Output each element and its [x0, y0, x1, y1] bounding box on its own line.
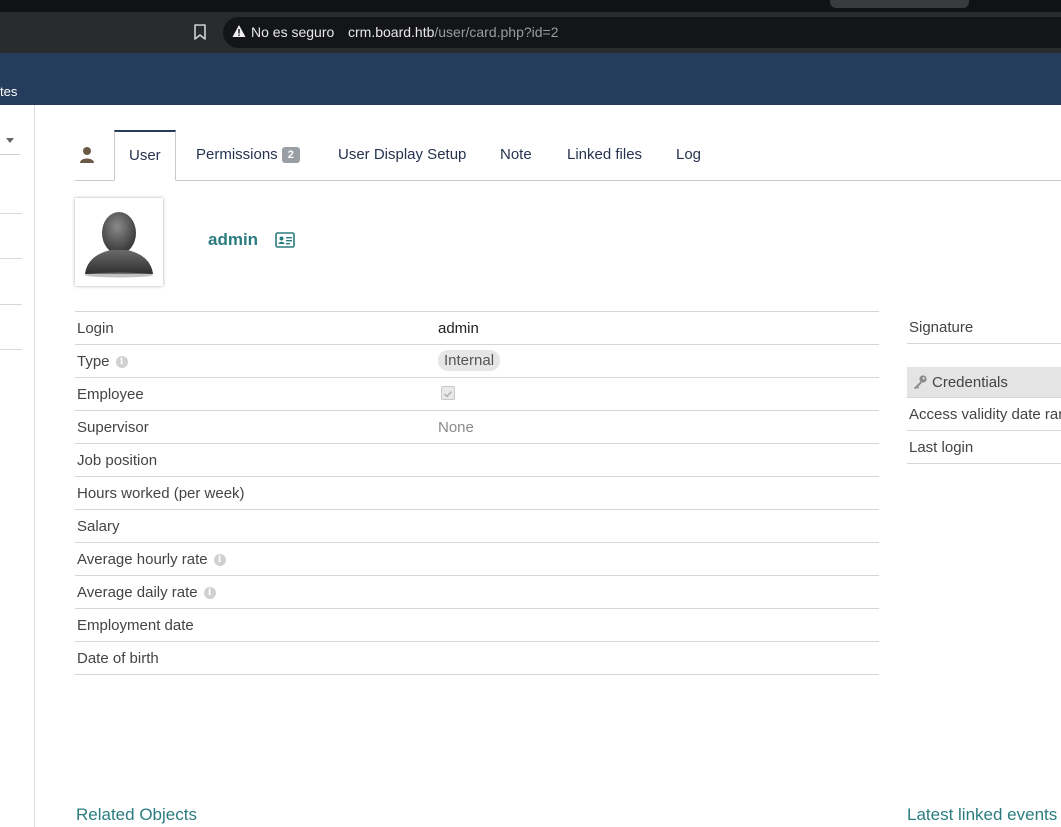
browser-tab-strip — [0, 0, 1061, 12]
info-icon[interactable]: i — [115, 356, 128, 369]
field-row-login: Login admin — [75, 312, 879, 345]
security-status-text[interactable]: No es seguro — [251, 24, 334, 40]
field-label-text: Average daily rate — [77, 584, 198, 601]
chevron-down-icon — [6, 138, 14, 143]
tab-label: Note — [500, 146, 532, 163]
sidebar-divider — [0, 304, 22, 305]
sidebar-dropdown[interactable] — [0, 128, 20, 155]
vcard-icon[interactable] — [275, 232, 295, 248]
sidebar-divider — [0, 258, 22, 259]
field-row-salary: Salary — [75, 510, 879, 543]
tab-label: User Display Setup — [338, 146, 467, 163]
bookmark-icon[interactable] — [190, 22, 210, 42]
user-icon — [78, 146, 96, 164]
latest-linked-events-title: Latest linked events — [907, 805, 1058, 824]
tab-user[interactable]: User — [114, 130, 176, 181]
credentials-label: Credentials — [932, 374, 1008, 391]
field-label: Type i — [77, 353, 128, 370]
field-row-type: Type i Internal — [75, 345, 879, 378]
permissions-count-badge: 2 — [281, 147, 300, 164]
avatar[interactable] — [75, 198, 163, 286]
field-row-date-of-birth: Date of birth — [75, 642, 879, 675]
tab-permissions[interactable]: Permissions 2 — [196, 130, 300, 179]
field-label: Date of birth — [77, 650, 159, 667]
tab-note[interactable]: Note — [500, 130, 532, 179]
tab-log[interactable]: Log — [676, 130, 701, 179]
type-badge: Internal — [438, 350, 501, 371]
url-text[interactable]: crm.board.htb/user/card.php?id=2 — [348, 24, 559, 40]
access-validity-row: Access validity date ran — [907, 398, 1061, 431]
field-value-login: admin — [438, 320, 479, 337]
tab-user-display-setup[interactable]: User Display Setup — [338, 130, 466, 179]
url-host: crm.board.htb — [348, 24, 435, 40]
field-row-average-daily-rate: Average daily rate i — [75, 576, 879, 609]
key-icon — [912, 374, 928, 390]
tab-label: Permissions — [196, 146, 278, 163]
related-objects-title: Related Objects — [76, 805, 197, 824]
field-label: Hours worked (per week) — [77, 485, 245, 502]
app-top-menu — [0, 53, 1061, 105]
employee-checkbox — [441, 386, 455, 400]
field-label: Salary — [77, 518, 120, 535]
user-silhouette-icon — [85, 212, 153, 278]
credentials-fields: Access validity date ran Last login — [907, 398, 1061, 464]
warning-icon[interactable] — [232, 24, 246, 38]
tab-label: Linked files — [567, 146, 643, 163]
field-row-employee: Employee — [75, 378, 879, 411]
user-fields-table: Login admin Type i Internal Employee Supe… — [75, 311, 879, 675]
field-label: Average hourly rate i — [77, 551, 226, 568]
access-validity-label: Access validity date ran — [909, 406, 1061, 423]
top-menu-item[interactable]: tes — [0, 84, 17, 99]
sidebar-divider — [0, 213, 22, 214]
user-name: admin — [208, 230, 259, 249]
tab-label: User — [129, 147, 161, 164]
field-label: Login — [77, 320, 114, 337]
field-value-supervisor: None — [438, 419, 474, 436]
tab-label: Log — [676, 146, 702, 163]
signature-label: Signature — [909, 319, 974, 336]
field-row-job-position: Job position — [75, 444, 879, 477]
field-label: Employee — [77, 386, 144, 403]
field-label: Employment date — [77, 617, 194, 634]
right-panel: Signature — [907, 311, 1061, 344]
credentials-header: Credentials — [907, 367, 1061, 398]
browser-active-tab[interactable] — [830, 0, 969, 8]
url-path: /user/card.php?id=2 — [434, 24, 559, 40]
sidebar-divider — [0, 349, 22, 350]
field-label: Average daily rate i — [77, 584, 216, 601]
info-icon[interactable]: i — [213, 554, 226, 567]
field-label-text: Type — [77, 353, 110, 370]
tab-linked-files[interactable]: Linked files — [567, 130, 642, 179]
last-login-label: Last login — [909, 439, 974, 456]
info-icon[interactable]: i — [203, 587, 216, 600]
last-login-row: Last login — [907, 431, 1061, 464]
field-row-supervisor: Supervisor None — [75, 411, 879, 444]
field-row-employment-date: Employment date — [75, 609, 879, 642]
field-row-hours-worked: Hours worked (per week) — [75, 477, 879, 510]
field-row-average-hourly-rate: Average hourly rate i — [75, 543, 879, 576]
field-label-text: Average hourly rate — [77, 551, 208, 568]
signature-row: Signature — [907, 311, 1061, 344]
field-label: Job position — [77, 452, 158, 469]
field-label: Supervisor — [77, 419, 149, 436]
